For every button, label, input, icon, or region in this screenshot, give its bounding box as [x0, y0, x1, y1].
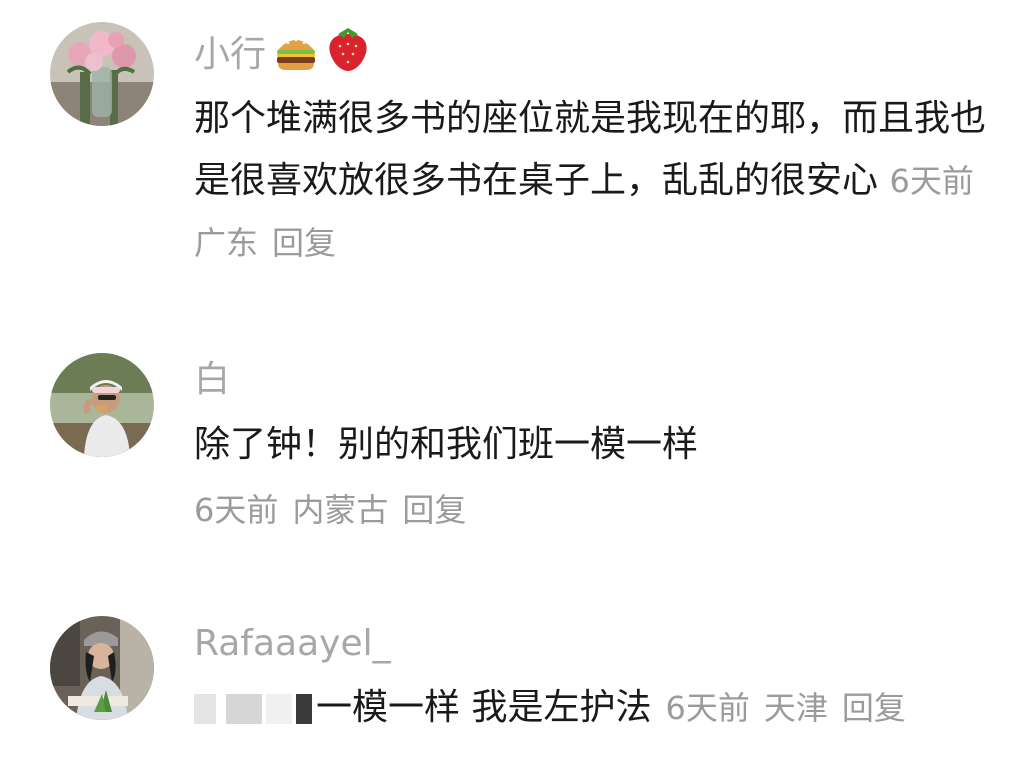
comment-username[interactable]: 小行 — [194, 24, 370, 83]
comment-text: 除了钟！别的和我们班一模一样 — [194, 414, 994, 476]
avatar[interactable] — [50, 353, 154, 457]
avatar[interactable] — [50, 22, 154, 126]
redacted-text-block — [296, 694, 312, 724]
avatar-lily-flowers-image — [50, 22, 154, 126]
comment-text: 那个堆满很多书的座位就是我现在的耶，而且我也是很喜欢放很多书在桌子上，乱乱的很安… — [194, 88, 994, 274]
comment-time: 6天前 — [194, 491, 279, 529]
comment-text-content: 一模一样 我是左护法 — [316, 687, 652, 728]
redacted-text-block — [226, 694, 262, 724]
avatar-person-eating-image — [50, 353, 154, 457]
strawberry-emoji-icon — [326, 24, 370, 83]
reply-button[interactable]: 回复 — [842, 689, 906, 727]
reply-button[interactable]: 回复 — [402, 491, 466, 529]
comment-time: 6天前 — [889, 162, 974, 200]
redacted-text-block — [194, 694, 216, 724]
comment-meta: 6天前 内蒙古 回复 — [194, 488, 466, 532]
comment-text-row: 一模一样 我是左护法 6天前 天津 回复 — [194, 686, 920, 730]
redacted-text-block — [266, 694, 292, 724]
comment-time: 6天前 — [665, 689, 750, 727]
comment-username[interactable]: 白 — [194, 358, 230, 402]
comment-location: 天津 — [763, 689, 828, 727]
comment-text-content: 除了钟！别的和我们班一模一样 — [194, 424, 699, 465]
reply-button[interactable]: 回复 — [272, 224, 336, 262]
comment-location: 广东 — [194, 224, 259, 262]
avatar[interactable] — [50, 616, 154, 720]
avatar-person-studying-image — [50, 616, 154, 720]
burger-emoji-icon — [274, 32, 318, 83]
comment-text-content: 那个堆满很多书的座位就是我现在的耶，而且我也是很喜欢放很多书在桌子上，乱乱的很安… — [194, 98, 987, 201]
comment-username[interactable]: Rafaaayel_ — [194, 622, 391, 666]
comment-location: 内蒙古 — [292, 491, 389, 529]
